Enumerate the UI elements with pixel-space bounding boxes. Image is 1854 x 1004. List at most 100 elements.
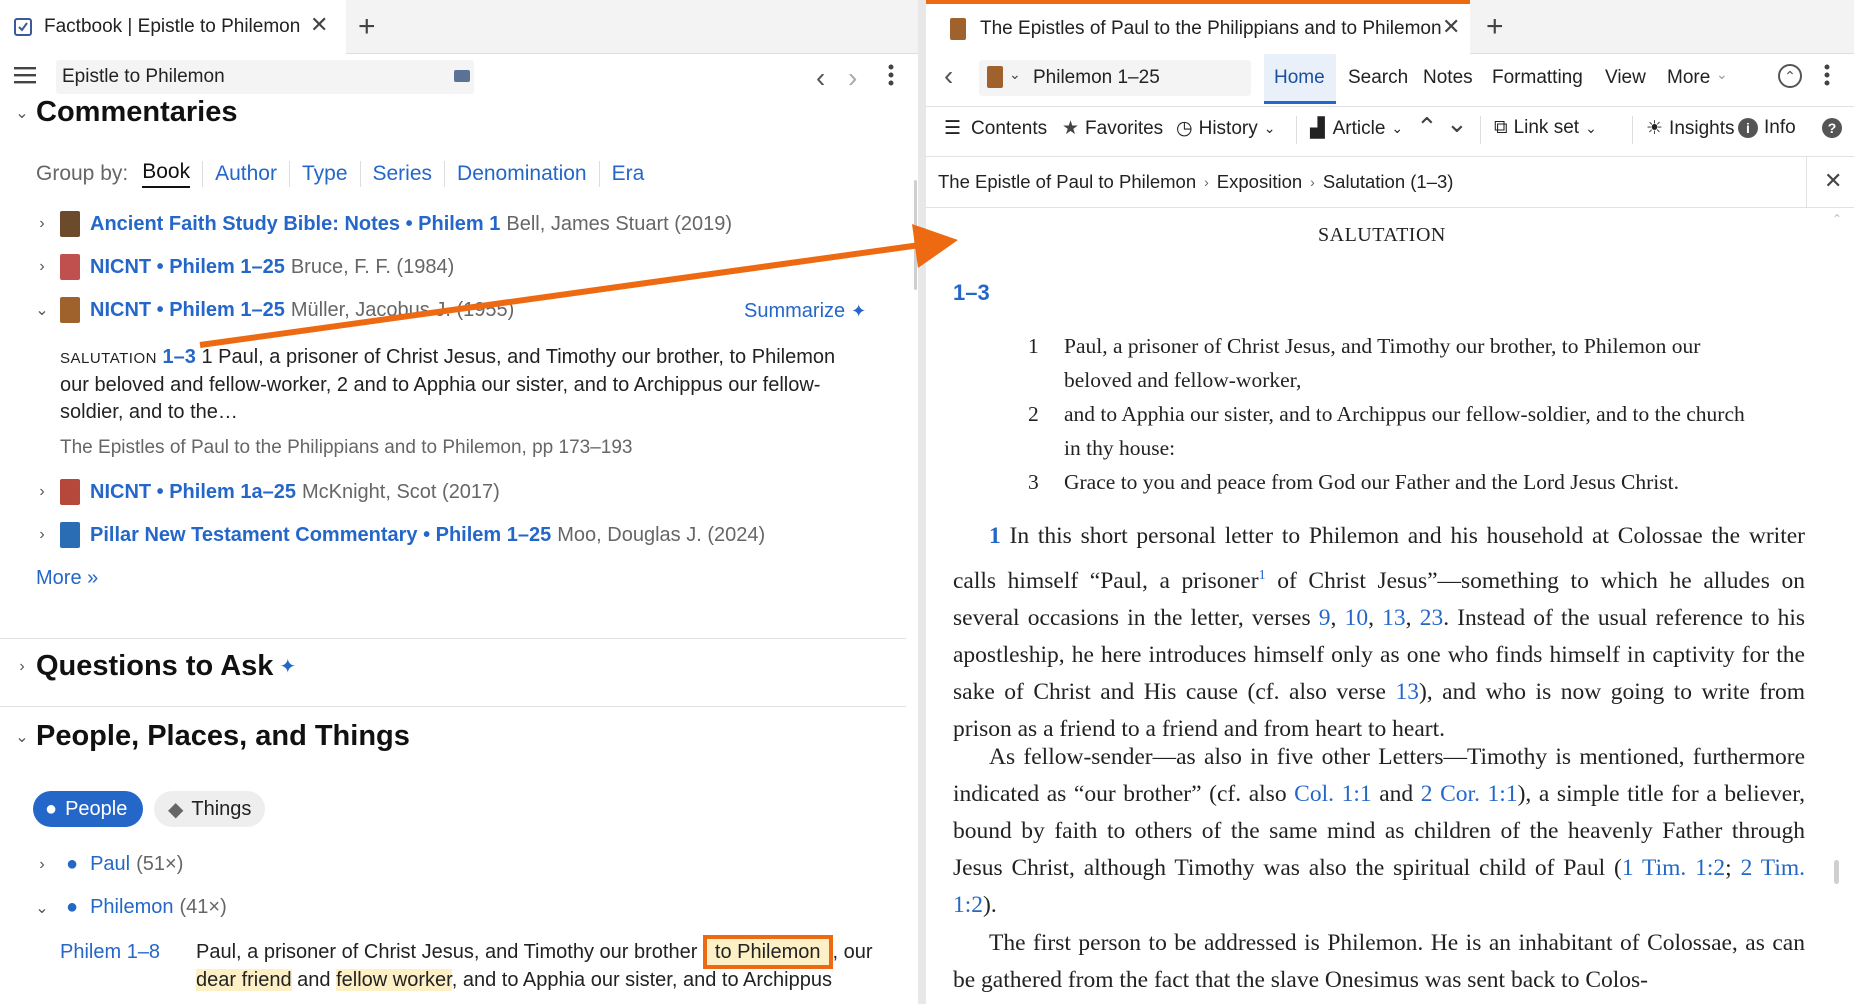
group-option-book[interactable]: Book [142, 160, 191, 188]
reference-box[interactable]: ⌄ Philemon 1–25 [979, 60, 1251, 96]
cross-ref-link[interactable]: Col. 1:1 [1294, 781, 1371, 807]
philemon-ref-link[interactable]: Philem 1–8 [60, 941, 160, 964]
keyboard-icon[interactable] [454, 70, 470, 82]
close-tab-icon[interactable]: ✕ [310, 12, 328, 38]
person-item-philemon[interactable]: ⌄ ● Philemon (41×) [32, 896, 226, 919]
favorites-button[interactable]: ★ Favorites [1062, 117, 1163, 140]
range-link[interactable]: 1–3 [953, 280, 990, 306]
breadcrumb-item[interactable]: Salutation (1–3) [1323, 171, 1454, 193]
commentary-item[interactable]: › Ancient Faith Study Bible: Notes • Phi… [32, 211, 732, 237]
group-option-type[interactable]: Type [302, 162, 348, 186]
factbook-search-input[interactable]: Epistle to Philemon [56, 60, 474, 94]
verse-link[interactable]: 10 [1345, 605, 1369, 631]
highlighted-dear-friend[interactable]: dear friend [196, 969, 292, 991]
forward-arrow-icon[interactable]: › [848, 62, 857, 94]
hamburger-menu-icon[interactable] [14, 66, 36, 84]
commentary-item-expanded[interactable]: ⌄ NICNT • Philem 1–25 Müller, Jacobus J.… [32, 297, 514, 323]
group-option-era[interactable]: Era [612, 162, 645, 186]
tab-search[interactable]: Search [1348, 67, 1408, 89]
cross-ref-link[interactable]: 2 Cor. 1:1 [1421, 781, 1518, 807]
excerpt-source[interactable]: The Epistles of Paul to the Philippians … [60, 437, 633, 459]
breadcrumb-item[interactable]: The Epistle of Paul to Philemon [938, 171, 1196, 193]
things-pill-label: Things [191, 797, 252, 820]
chevron-right-icon[interactable]: › [32, 258, 52, 276]
chevron-down-icon[interactable]: ⌄ [32, 898, 52, 918]
history-button[interactable]: ◷ History ⌄ [1176, 117, 1275, 140]
chevron-right-icon[interactable]: › [32, 526, 52, 544]
help-icon[interactable]: ? [1822, 118, 1842, 138]
more-options-icon[interactable] [1824, 64, 1830, 86]
chevron-right-icon[interactable]: › [32, 856, 52, 874]
verse-link[interactable]: 13 [1382, 605, 1406, 631]
group-option-denomination[interactable]: Denomination [457, 162, 587, 186]
people-pill[interactable]: ● People [33, 791, 144, 827]
factbook-tab[interactable]: Factbook | Epistle to Philemon ✕ [0, 0, 346, 54]
questions-header[interactable]: › Questions to Ask ✦ [12, 650, 296, 683]
close-tab-icon[interactable]: ✕ [1442, 14, 1460, 40]
right-scrollbar[interactable] [1834, 860, 1839, 884]
chevron-up-icon[interactable]: ⌃ [1416, 112, 1438, 143]
person-name[interactable]: Paul [90, 853, 130, 876]
paragraph-text: ). [983, 892, 997, 918]
close-icon[interactable]: ✕ [1824, 168, 1842, 194]
article-button[interactable]: ▟ Article ⌄ [1310, 117, 1403, 140]
resource-tab[interactable]: The Epistles of Paul to the Philippians … [926, 0, 1470, 54]
tab-more[interactable]: More [1667, 67, 1710, 89]
commentary-excerpt[interactable]: SALUTATION 1–3 1 Paul, a prisoner of Chr… [60, 344, 860, 426]
insights-button[interactable]: ☀ Insights [1646, 117, 1735, 140]
things-pill[interactable]: ◆ Things [154, 791, 266, 827]
highlighted-to-philemon[interactable]: to Philemon [702, 935, 833, 969]
tab-formatting[interactable]: Formatting [1492, 67, 1583, 89]
chevron-down-icon[interactable]: ⌄ [1009, 66, 1021, 83]
tab-notes[interactable]: Notes [1423, 67, 1473, 89]
verse-link[interactable]: 1 [989, 523, 1001, 549]
left-scrollbar[interactable] [914, 180, 917, 290]
more-link[interactable]: More » [36, 567, 98, 590]
group-option-series[interactable]: Series [373, 162, 433, 186]
commentary-title[interactable]: NICNT • Philem 1–25 [90, 256, 285, 279]
new-tab-icon[interactable]: + [1486, 10, 1504, 44]
person-name[interactable]: Philemon [90, 896, 173, 919]
commentary-title[interactable]: NICNT • Philem 1–25 [90, 299, 285, 322]
chevron-right-icon[interactable]: › [32, 483, 52, 501]
more-options-icon[interactable] [888, 64, 894, 86]
new-tab-icon[interactable]: + [358, 10, 376, 44]
info-button[interactable]: i Info [1738, 117, 1796, 139]
commentary-item[interactable]: › NICNT • Philem 1–25 Bruce, F. F. (1984… [32, 254, 454, 280]
excerpt-ref[interactable]: 1–3 [163, 346, 196, 368]
tab-home[interactable]: Home [1264, 54, 1336, 104]
footnote-link[interactable]: 1 [1259, 568, 1266, 583]
back-arrow-icon[interactable]: ‹ [944, 60, 953, 92]
back-arrow-icon[interactable]: ‹ [816, 62, 825, 94]
person-item-paul[interactable]: › ● Paul (51×) [32, 853, 183, 876]
summarize-button[interactable]: Summarize ✦ [744, 300, 866, 323]
commentary-title[interactable]: Pillar New Testament Commentary • Philem… [90, 524, 551, 547]
passage-text: , our [832, 941, 873, 963]
chevron-down-icon[interactable]: ⌄ [1716, 66, 1728, 83]
ppt-header[interactable]: ⌄ People, Places, and Things [12, 720, 410, 753]
chevron-down-icon[interactable]: ⌄ [32, 300, 52, 320]
verse-link[interactable]: 13 [1395, 679, 1419, 705]
cross-ref-link[interactable]: 1 Tim. 1:2 [1622, 855, 1725, 881]
collapse-ribbon-icon[interactable]: ⌃ [1778, 64, 1802, 88]
chevron-down-icon[interactable]: ⌄ [1446, 108, 1468, 139]
lightbulb-icon: ☀ [1646, 118, 1664, 139]
verse-link[interactable]: 23 [1420, 605, 1444, 631]
commentary-title[interactable]: Ancient Faith Study Bible: Notes • Phile… [90, 213, 500, 236]
contents-button[interactable]: ☰ Contents [944, 117, 1047, 140]
verse-link[interactable]: 9 [1319, 605, 1331, 631]
tab-view[interactable]: View [1605, 67, 1646, 89]
group-by-bar: Group by: Book Author Type Series Denomi… [36, 160, 644, 188]
pane-divider[interactable] [918, 0, 926, 1004]
breadcrumb-item[interactable]: Exposition [1217, 171, 1302, 193]
link-set-button[interactable]: ⧉ Link set ⌄ [1494, 117, 1597, 139]
scroll-up-icon[interactable]: ⌃ [1832, 212, 1842, 226]
commentaries-header[interactable]: ⌄ Commentaries [12, 96, 237, 129]
chevron-right-icon[interactable]: › [32, 215, 52, 233]
group-option-author[interactable]: Author [215, 162, 277, 186]
commentary-item[interactable]: › NICNT • Philem 1a–25 McKnight, Scot (2… [32, 479, 500, 505]
commentary-title[interactable]: NICNT • Philem 1a–25 [90, 481, 296, 504]
highlighted-fellow-worker[interactable]: fellow worker [336, 969, 452, 991]
book-cover-icon [60, 254, 80, 280]
commentary-item[interactable]: › Pillar New Testament Commentary • Phil… [32, 522, 765, 548]
